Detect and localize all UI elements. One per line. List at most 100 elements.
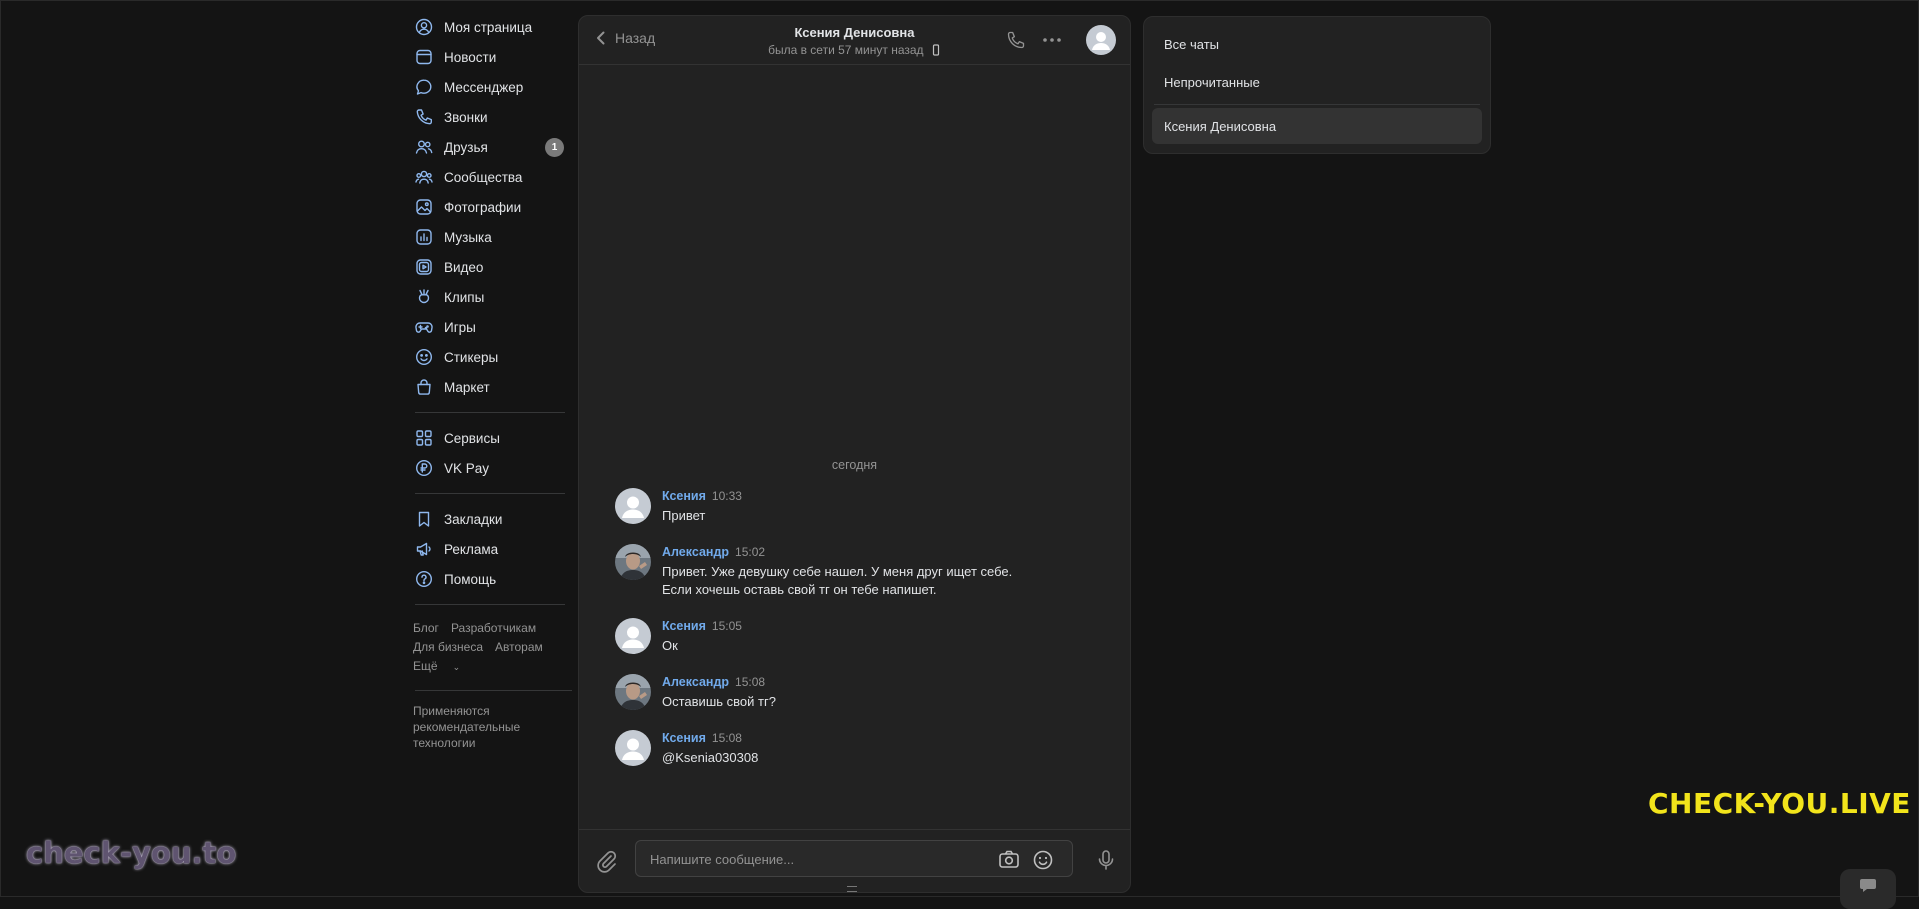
bag-icon	[415, 378, 433, 396]
sidebar-item-label: Помощь	[444, 571, 497, 587]
smile-icon	[1033, 850, 1053, 870]
default-avatar-icon	[1092, 32, 1110, 50]
sidebar-item-calls[interactable]: Звонки	[413, 102, 570, 132]
sidebar-item-label: Игры	[444, 319, 476, 335]
footer-link-blog[interactable]: Блог	[413, 621, 439, 635]
sidebar-item-mypage[interactable]: Моя страница	[413, 12, 570, 42]
default-avatar-icon[interactable]	[615, 730, 651, 766]
chevron-down-icon: ⌄	[452, 662, 461, 672]
message-text: @Ksenia030308	[662, 750, 759, 765]
author-name: Александр	[662, 545, 730, 559]
sidebar-item-ads[interactable]: Реклама	[413, 534, 570, 564]
bookmark-icon	[415, 510, 433, 528]
more-dots-icon	[1043, 38, 1061, 42]
sidebar-item-news[interactable]: Новости	[413, 42, 570, 72]
sidebar-item-music[interactable]: Музыка	[413, 222, 570, 252]
sidebar-item-friends[interactable]: Друзья 1	[413, 132, 570, 162]
sidebar-item-market[interactable]: Маркет	[413, 372, 570, 402]
resize-handle[interactable]	[847, 886, 857, 892]
sidebar-item-label: Сервисы	[444, 430, 500, 446]
sidebar-item-bookmarks[interactable]: Закладки	[413, 504, 570, 534]
video-icon	[415, 258, 433, 276]
default-avatar-icon[interactable]	[615, 618, 651, 654]
emoji-button[interactable]	[1032, 849, 1054, 871]
footer-links: Блог Разработчикам Для бизнеса Авторам Ещё…	[413, 619, 570, 677]
paperclip-icon	[597, 850, 617, 873]
peer-avatar[interactable]	[1086, 25, 1116, 55]
voice-message-button[interactable]	[1094, 848, 1118, 872]
filter-unread[interactable]: Непрочитанные	[1164, 75, 1260, 90]
smile-icon	[415, 348, 433, 366]
sidebar-item-help[interactable]: Помощь	[413, 564, 570, 594]
sidebar-item-stickers[interactable]: Стикеры	[413, 342, 570, 372]
sidebar-item-photos[interactable]: Фотографии	[413, 192, 570, 222]
footer-link-authors[interactable]: Авторам	[495, 640, 543, 654]
sidebar-item-label: Новости	[444, 49, 497, 65]
phone-icon	[1007, 31, 1025, 49]
nav-divider	[415, 493, 565, 494]
sidebar-item-communities[interactable]: Сообщества	[413, 162, 570, 192]
sidebar-item-label: Клипы	[444, 289, 485, 305]
sidebar-item-label: Маркет	[444, 379, 490, 395]
more-options-button[interactable]	[1041, 29, 1063, 51]
message-author[interactable]: Александр 15:08	[662, 675, 765, 689]
message-composer	[579, 829, 1130, 892]
message-text: Привет	[662, 508, 706, 523]
message-time: 15:08	[735, 675, 766, 689]
active-chat-item[interactable]: Ксения Денисовна	[1152, 108, 1482, 144]
message-author[interactable]: Ксения 15:08	[662, 731, 742, 745]
clips-icon	[415, 288, 433, 306]
footer-link-more[interactable]: Ещё ⌄	[413, 659, 472, 673]
photo-icon	[415, 198, 433, 216]
default-avatar-icon[interactable]	[615, 488, 651, 524]
footer-link-business[interactable]: Для бизнеса	[413, 640, 483, 654]
communities-icon	[415, 168, 433, 186]
message-time: 15:05	[711, 619, 742, 633]
sidebar-item-label: Друзья	[444, 139, 488, 155]
camera-button[interactable]	[998, 849, 1020, 871]
sidebar-item-messenger[interactable]: Мессенджер	[413, 72, 570, 102]
watermark-yellow: CHECK-YOU.LIVE	[1648, 787, 1911, 820]
attach-button[interactable]	[595, 850, 619, 874]
call-button[interactable]	[1005, 29, 1027, 51]
author-photo-avatar[interactable]	[615, 674, 651, 710]
message-author[interactable]: Ксения 10:33	[662, 489, 742, 503]
grid-icon	[415, 429, 433, 447]
floating-chat-button[interactable]	[1840, 869, 1896, 909]
message-text: Оставишь свой тг?	[662, 694, 776, 709]
sidebar-item-label: VK Pay	[444, 460, 490, 476]
sidebar-item-services[interactable]: Сервисы	[413, 423, 570, 453]
sidebar-item-video[interactable]: Видео	[413, 252, 570, 282]
message-time: 10:33	[711, 489, 742, 503]
mobile-phone-icon	[932, 44, 940, 56]
nav-divider	[415, 690, 572, 691]
message-input-box	[635, 840, 1073, 878]
author-name: Ксения	[662, 731, 706, 745]
footer-link-developers[interactable]: Разработчикам	[451, 621, 536, 635]
sidebar-item-games[interactable]: Игры	[413, 312, 570, 342]
sidebar-item-label: Фотографии	[444, 199, 522, 215]
message-author[interactable]: Ксения 15:05	[662, 619, 742, 633]
newspaper-icon	[415, 48, 433, 66]
sidebar-item-label: Звонки	[444, 109, 488, 125]
chat-header: Назад Ксения Денисовна была в сети 57 ми…	[579, 16, 1130, 65]
megaphone-icon	[415, 540, 433, 558]
sidebar-item-label: Мессенджер	[444, 79, 524, 95]
sidebar-item-label: Закладки	[444, 511, 503, 527]
user-circle-icon	[415, 18, 433, 36]
message-time: 15:08	[711, 731, 742, 745]
sidebar-item-vkpay[interactable]: VK Pay	[413, 453, 570, 483]
phone-icon	[415, 108, 433, 126]
sidebar-item-label: Сообщества	[444, 169, 523, 185]
filter-all-chats[interactable]: Все чаты	[1164, 37, 1219, 52]
author-photo-avatar[interactable]	[615, 544, 651, 580]
left-navigation: Моя страница Новости Мессенджер Звонки Друзь…	[413, 12, 572, 751]
author-name: Ксения	[662, 619, 706, 633]
active-chat-label: Ксения Денисовна	[1164, 119, 1277, 134]
sidebar-item-clips[interactable]: Клипы	[413, 282, 570, 312]
message-author[interactable]: Александр 15:02	[662, 545, 765, 559]
sidebar-item-label: Моя страница	[444, 19, 533, 35]
nav-divider	[415, 412, 565, 413]
sidebar-item-label: Музыка	[444, 229, 492, 245]
message-input[interactable]	[648, 841, 982, 878]
